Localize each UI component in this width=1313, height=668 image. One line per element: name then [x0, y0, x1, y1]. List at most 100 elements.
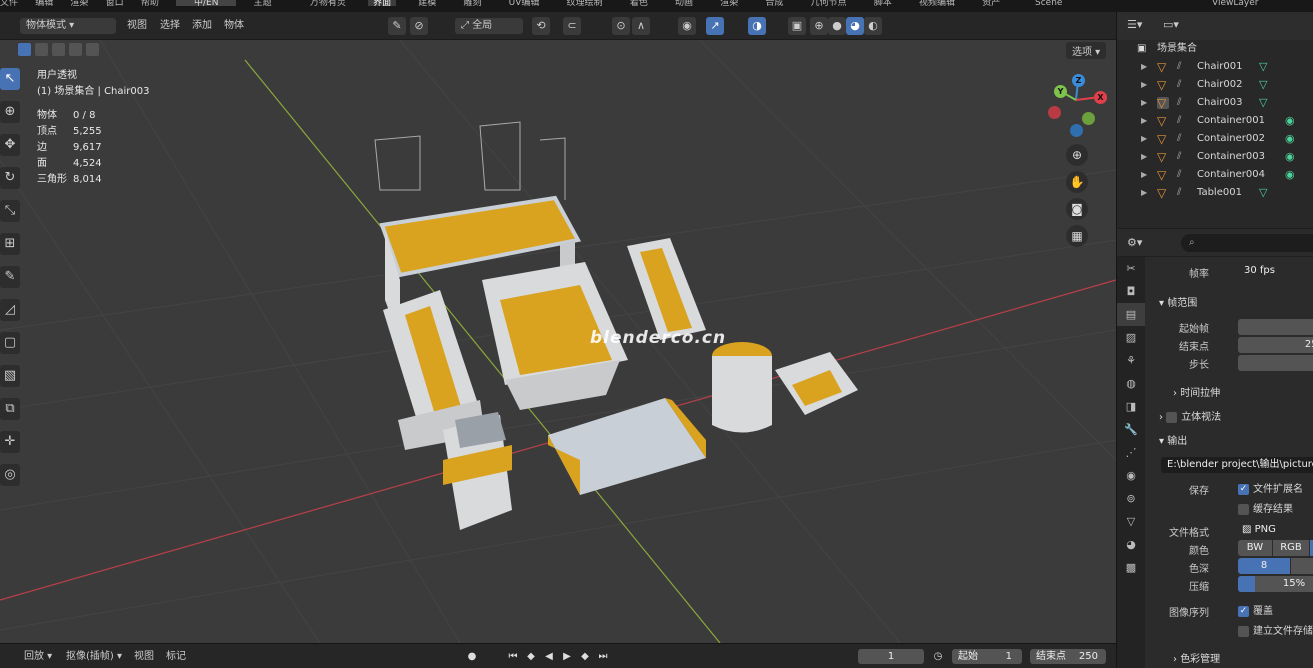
- cursor-icon[interactable]: ⊕: [0, 101, 20, 123]
- solid-shading-icon[interactable]: ●: [828, 17, 846, 35]
- current-frame-field[interactable]: 1: [858, 649, 924, 664]
- expand-icon[interactable]: ▶: [1141, 58, 1147, 76]
- prev-keyframe-icon[interactable]: ◆: [523, 649, 539, 664]
- outliner-item[interactable]: ▶ ▽ ⫽ Container002 ◉: [1117, 130, 1313, 148]
- depth-16-button[interactable]: 1: [1291, 558, 1313, 574]
- next-keyframe-icon[interactable]: ◆: [577, 649, 593, 664]
- workspace-tab-5[interactable]: 纹理绘制: [562, 0, 608, 8]
- framerate-dropdown[interactable]: 30 fps: [1238, 263, 1313, 279]
- object-tab-icon[interactable]: ◨: [1117, 395, 1145, 418]
- outliner-item[interactable]: ▶ ▽ ⫽ Chair003 ▽: [1117, 94, 1313, 112]
- end-frame-field[interactable]: 250: [1238, 337, 1313, 353]
- object-icon[interactable]: ⧉: [0, 398, 20, 420]
- expand-icon[interactable]: ▶: [1141, 112, 1147, 130]
- camera-icon[interactable]: ◙: [1066, 198, 1088, 220]
- transform-icon[interactable]: ⊞: [0, 233, 20, 255]
- add-cube-icon[interactable]: ▢: [0, 332, 20, 354]
- container-object[interactable]: [712, 342, 772, 433]
- placeholders-checkbox[interactable]: [1238, 625, 1249, 637]
- outliner-filter-icon[interactable]: ▭▾: [1163, 18, 1179, 31]
- menu-window[interactable]: 窗口: [106, 0, 124, 8]
- workspace-tab-layout[interactable]: 界面: [368, 0, 397, 8]
- scale-icon[interactable]: ⤡: [0, 200, 20, 222]
- menu-select[interactable]: 选择: [160, 18, 180, 34]
- workspace-tab-4[interactable]: UV编辑: [504, 0, 545, 8]
- outliner-display-mode-icon[interactable]: ☰▾: [1127, 18, 1142, 31]
- container-object[interactable]: [548, 398, 706, 495]
- world-tab-icon[interactable]: ◍: [1117, 372, 1145, 395]
- overwrite-checkbox-row[interactable]: ✓ 覆盖: [1238, 602, 1273, 617]
- xray-icon[interactable]: ▣: [788, 17, 806, 35]
- cache-result-checkbox-row[interactable]: 缓存结果: [1238, 500, 1293, 515]
- gizmo-toggle-icon[interactable]: ↗: [706, 17, 724, 35]
- select-invert-icon[interactable]: [69, 43, 82, 56]
- frame-range-header[interactable]: ▾ 帧范围: [1159, 294, 1197, 309]
- playback-menu[interactable]: 回放 ▾: [24, 649, 52, 664]
- timeline-view-menu[interactable]: 视图: [134, 649, 154, 664]
- file-extension-checkbox-row[interactable]: ✓ 文件扩展名: [1238, 480, 1303, 495]
- language-toggle[interactable]: 中/EN: [176, 0, 237, 8]
- depth-8-button[interactable]: 8: [1238, 558, 1290, 574]
- keying-menu[interactable]: 抠像(插帧) ▾: [66, 649, 122, 664]
- select-extend-icon[interactable]: [35, 43, 48, 56]
- proportional-icon[interactable]: ⊙: [612, 17, 630, 35]
- menu-help[interactable]: 帮助: [141, 0, 159, 8]
- transform-orientation-dropdown[interactable]: ⤢ 全局: [455, 18, 523, 34]
- particles-tab-icon[interactable]: ⋰: [1117, 441, 1145, 464]
- axis-neg-y-icon[interactable]: [1082, 112, 1095, 125]
- menu-render[interactable]: 渲染: [70, 0, 88, 8]
- start-frame-field[interactable]: 1: [1238, 319, 1313, 335]
- outliner-item[interactable]: ▶ ▽ ⫽ Table001 ▽: [1117, 184, 1313, 202]
- visibility-icon[interactable]: ◉: [678, 17, 696, 35]
- color-rgb-button[interactable]: RGB: [1273, 540, 1309, 556]
- menu-edit[interactable]: 编辑: [35, 0, 53, 8]
- snapping-icon[interactable]: ⊂: [563, 17, 581, 35]
- select-box-icon[interactable]: ↖: [0, 68, 20, 90]
- 3d-viewport[interactable]: ↖ ⊕ ✥ ↻ ⤡ ⊞ ✎ ◿ ▢ ▧ ⧉ ✛ ◎ 用户透视 (1) 场景集合 …: [0, 40, 1116, 643]
- output-path-input[interactable]: E:\blender project\输出\picture\: [1161, 457, 1313, 473]
- play-reverse-icon[interactable]: ◀: [541, 649, 557, 664]
- theme-menu[interactable]: 主题: [254, 0, 272, 8]
- play-icon[interactable]: ▶: [559, 649, 575, 664]
- color-bw-button[interactable]: BW: [1238, 540, 1272, 556]
- overwrite-checkbox[interactable]: ✓: [1238, 605, 1249, 617]
- container-object[interactable]: [443, 412, 512, 530]
- jump-end-icon[interactable]: ⏭: [595, 649, 611, 664]
- zoom-icon[interactable]: ⊕: [1066, 144, 1088, 166]
- expand-icon[interactable]: ▶: [1141, 130, 1147, 148]
- expand-icon[interactable]: ▶: [1141, 184, 1147, 202]
- select-new-icon[interactable]: [18, 43, 31, 56]
- workspace-tab-9[interactable]: 合成: [760, 0, 788, 8]
- pivot-tool-icon[interactable]: ✛: [0, 431, 20, 453]
- move-icon[interactable]: ✥: [0, 134, 20, 156]
- axis-y-icon[interactable]: Y: [1054, 85, 1067, 98]
- expand-icon[interactable]: ▶: [1141, 94, 1147, 112]
- outliner-item[interactable]: ▶ ▽ ⫽ Chair001 ▽: [1117, 58, 1313, 76]
- workspace-tab-3[interactable]: 雕刻: [458, 0, 486, 8]
- scene-name[interactable]: Scene: [1035, 0, 1062, 8]
- workspace-tab-13[interactable]: 资产: [977, 0, 1005, 8]
- eyedropper-icon[interactable]: ✎: [388, 17, 406, 35]
- axis-neg-z-icon[interactable]: [1070, 124, 1083, 137]
- workspace-tab-11[interactable]: 脚本: [869, 0, 897, 8]
- workspace-tab-0[interactable]: 万物有灵: [305, 0, 351, 8]
- workspace-tab-6[interactable]: 着色: [625, 0, 653, 8]
- wireframe-shading-icon[interactable]: ⊕: [810, 17, 828, 35]
- workspace-tab-12[interactable]: 视频编辑: [914, 0, 960, 8]
- select-intersect-icon[interactable]: [86, 43, 99, 56]
- jump-start-icon[interactable]: ⏮: [505, 649, 521, 664]
- cache-result-checkbox[interactable]: [1238, 503, 1249, 515]
- overlay-toggle-icon[interactable]: ◑: [748, 17, 766, 35]
- select-subtract-icon[interactable]: [52, 43, 65, 56]
- timeline-end-field[interactable]: 结束点 250: [1030, 649, 1106, 664]
- editor-type-icon[interactable]: ⚙▾: [1127, 236, 1142, 249]
- menu-view[interactable]: 视图: [127, 18, 147, 34]
- ortho-grid-icon[interactable]: ▦: [1066, 225, 1088, 247]
- chair-object[interactable]: [627, 238, 706, 340]
- viewlayer-name[interactable]: ViewLayer: [1212, 0, 1258, 8]
- expand-icon[interactable]: ▶: [1141, 166, 1147, 184]
- expand-icon[interactable]: ▶: [1141, 148, 1147, 166]
- gizmo-tool-icon[interactable]: ◎: [0, 464, 20, 486]
- pan-hand-icon[interactable]: ✋: [1066, 171, 1088, 193]
- mode-dropdown[interactable]: 物体模式 ▾: [20, 18, 116, 34]
